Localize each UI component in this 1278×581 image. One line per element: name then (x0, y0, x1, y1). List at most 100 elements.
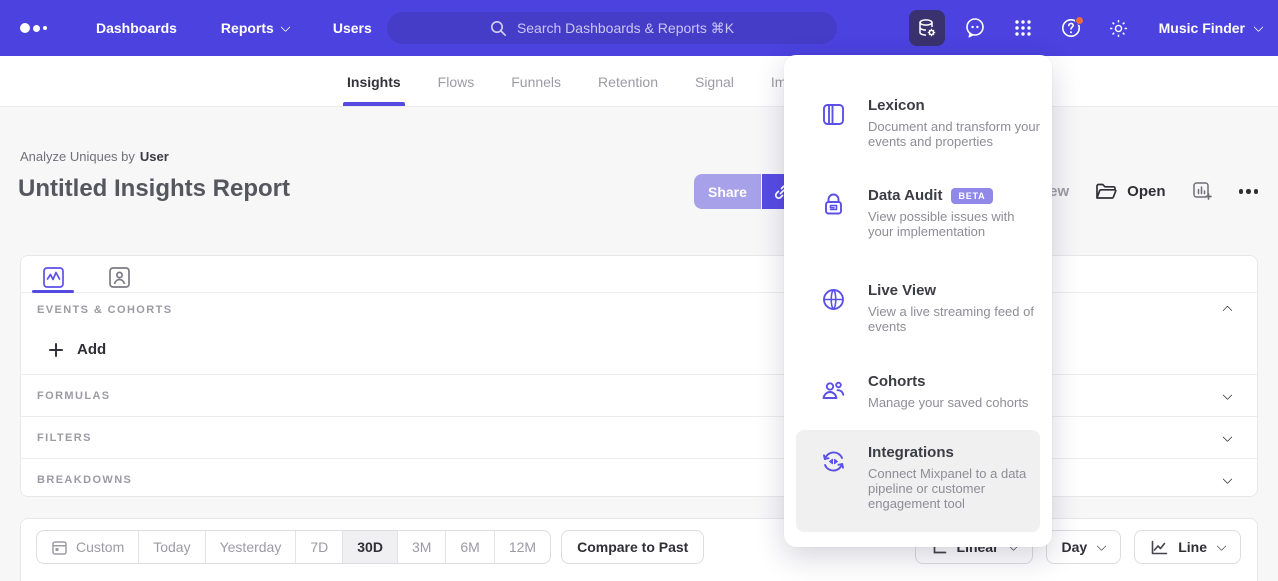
tab-retention[interactable]: Retention (596, 56, 660, 107)
section-label: FILTERS (37, 432, 92, 444)
plus-icon (49, 343, 63, 357)
date-range-label: Yesterday (220, 539, 282, 555)
menu-item-description: Document and transform your events and p… (868, 119, 1040, 149)
date-range-today[interactable]: Today (139, 531, 205, 563)
menu-item-description: View a live streaming feed of events (868, 304, 1040, 334)
menu-item-integrations[interactable]: Integrations Connect Mixpanel to a data … (796, 430, 1040, 532)
menu-item-cohorts[interactable]: Cohorts Manage your saved cohorts (796, 359, 1040, 429)
nine-dot-grid-icon (1012, 17, 1034, 39)
expand-section-button[interactable] (1224, 471, 1231, 489)
mixpanel-logo-icon[interactable] (20, 23, 60, 33)
menu-item-title: Data Audit (868, 187, 942, 204)
interval-dropdown[interactable]: Day (1046, 530, 1122, 564)
share-button[interactable]: Share (694, 174, 761, 209)
section-label: EVENTS & COHORTS (37, 304, 172, 316)
report-actions: New Open (1016, 174, 1258, 209)
date-range-label: 3M (412, 539, 431, 555)
tab-label: Insights (347, 74, 401, 90)
nav-item-label: Dashboards (96, 20, 177, 36)
nav-item-users[interactable]: Users (333, 20, 372, 36)
report-subtitle: Analyze Uniques by User (20, 149, 169, 164)
nav-item-dashboards[interactable]: Dashboards (96, 20, 177, 36)
section-breakdowns[interactable]: BREAKDOWNS (21, 459, 1257, 500)
query-builder-panel: EVENTS & COHORTS Add FORMULAS FILTERS BR… (20, 255, 1258, 497)
date-range-label: 12M (509, 539, 536, 555)
search-input[interactable]: Search Dashboards & Reports ⌘K (387, 12, 837, 44)
expand-section-button[interactable] (1224, 429, 1231, 447)
nav-item-reports[interactable]: Reports (221, 20, 289, 36)
chevron-down-icon (1217, 541, 1227, 551)
tab-label: Retention (598, 74, 658, 90)
gear-icon (1107, 17, 1130, 40)
expand-section-button[interactable] (1224, 387, 1231, 405)
date-range-label: Today (153, 539, 190, 555)
compare-to-past-button[interactable]: Compare to Past (561, 530, 704, 564)
tab-funnels[interactable]: Funnels (509, 56, 563, 107)
menu-item-data-audit[interactable]: Data Audit BETA View possible issues wit… (796, 173, 1040, 270)
data-management-dropdown: Lexicon Document and transform your even… (784, 55, 1052, 547)
section-formulas[interactable]: FORMULAS (21, 375, 1257, 416)
date-range-7d[interactable]: 7D (296, 531, 343, 563)
section-events-cohorts[interactable]: EVENTS & COHORTS (21, 293, 1257, 327)
apps-grid-icon[interactable] (1005, 10, 1041, 46)
date-range-yesterday[interactable]: Yesterday (206, 531, 297, 563)
subtitle-entity[interactable]: User (140, 149, 169, 164)
chart-square-icon (42, 266, 65, 289)
data-management-icon[interactable] (909, 10, 945, 46)
profiles-view-tab[interactable] (98, 263, 140, 292)
subtitle-prefix: Analyze Uniques by (20, 149, 135, 164)
date-range-label: 6M (460, 539, 479, 555)
help-icon[interactable] (1053, 10, 1089, 46)
date-range-30d[interactable]: 30D (343, 531, 398, 563)
chevron-down-icon (1254, 22, 1264, 32)
date-range-3m[interactable]: 3M (398, 531, 446, 563)
add-label: Add (77, 341, 106, 358)
project-switcher[interactable]: Music Finder (1159, 20, 1262, 36)
date-range-selector: Custom Today Yesterday 7D 30D 3M 6M 12M (36, 530, 551, 564)
chevron-down-icon (280, 22, 290, 32)
search-placeholder: Search Dashboards & Reports ⌘K (517, 20, 734, 37)
chart-type-dropdown[interactable]: Line (1134, 530, 1241, 564)
open-report-button[interactable]: Open (1095, 182, 1165, 201)
date-range-label: 7D (310, 539, 328, 555)
menu-item-description: Connect Mixpanel to a data pipeline or c… (868, 466, 1040, 511)
add-event-button[interactable]: Add (21, 327, 1257, 374)
search-icon (490, 20, 507, 37)
menu-item-live-view[interactable]: Live View View a live streaming feed of … (796, 268, 1040, 361)
add-chart-icon (1192, 181, 1213, 202)
menu-item-title: Lexicon (868, 97, 925, 114)
data-audit-lock-icon (820, 187, 848, 270)
cohorts-people-icon (820, 373, 848, 429)
chevron-up-icon (1223, 306, 1233, 316)
date-range-12m[interactable]: 12M (495, 531, 550, 563)
menu-item-description: Manage your saved cohorts (868, 395, 1040, 410)
page-title[interactable]: Untitled Insights Report (18, 175, 290, 203)
tab-label: Funnels (511, 74, 561, 90)
menu-item-title: Live View (868, 282, 936, 299)
settings-icon[interactable] (1101, 10, 1137, 46)
metrics-view-tab[interactable] (32, 263, 74, 292)
chevron-down-icon (1223, 474, 1233, 484)
collapse-section-button[interactable] (1224, 301, 1231, 319)
line-chart-icon (1150, 539, 1169, 556)
tab-insights[interactable]: Insights (345, 56, 403, 107)
section-filters[interactable]: FILTERS (21, 417, 1257, 458)
interval-label: Day (1062, 539, 1088, 555)
tab-flows[interactable]: Flows (436, 56, 477, 107)
person-square-icon (108, 266, 131, 289)
tab-label: Signal (695, 74, 734, 90)
save-to-board-button[interactable] (1192, 181, 1213, 202)
date-range-6m[interactable]: 6M (446, 531, 494, 563)
nav-item-label: Users (333, 20, 372, 36)
tab-signal[interactable]: Signal (693, 56, 736, 107)
calendar-icon (51, 539, 68, 556)
folder-icon (1095, 182, 1117, 201)
more-options-button[interactable] (1239, 189, 1259, 194)
menu-item-title: Cohorts (868, 373, 926, 390)
report-tabs-row: Insights Flows Funnels Retention Signal … (0, 56, 1278, 107)
menu-item-lexicon[interactable]: Lexicon Document and transform your even… (796, 83, 1040, 175)
project-name: Music Finder (1159, 20, 1245, 36)
live-view-globe-icon (820, 282, 848, 361)
feedback-icon[interactable] (957, 10, 993, 46)
date-range-custom[interactable]: Custom (37, 531, 139, 563)
